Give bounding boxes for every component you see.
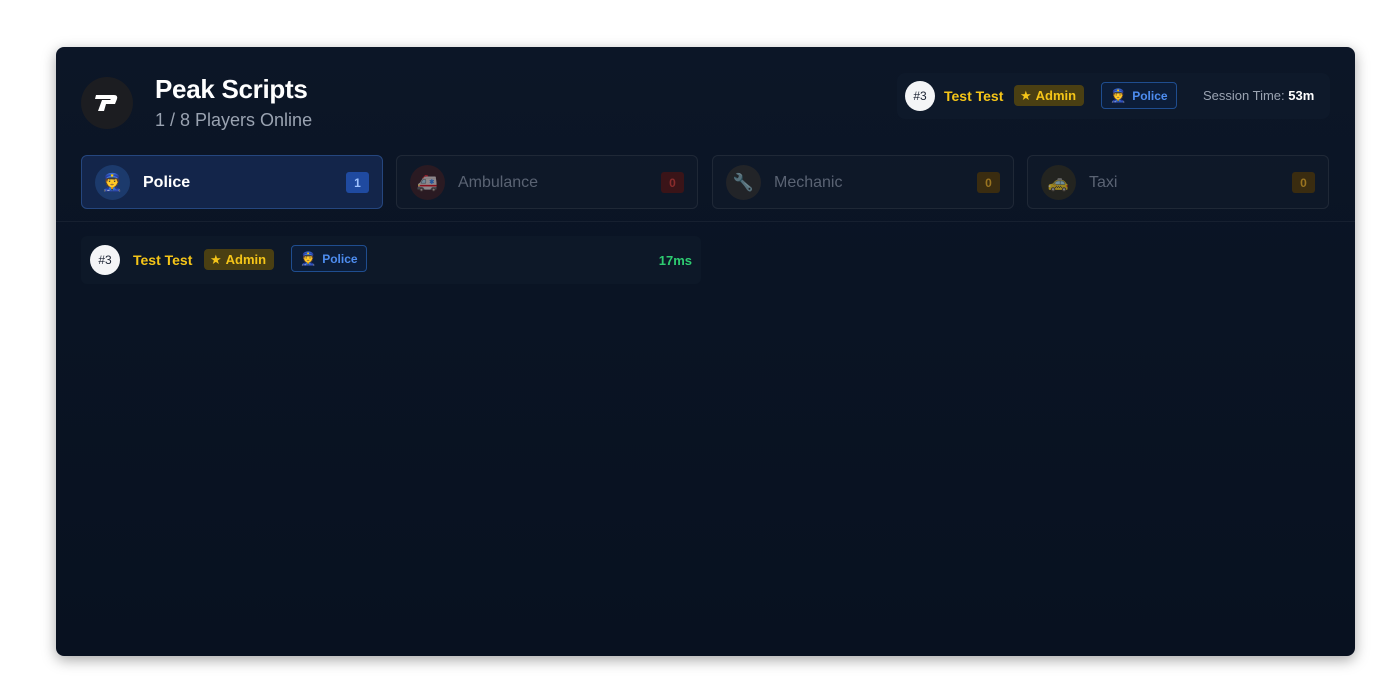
tab-count-badge: 0 bbox=[1292, 172, 1315, 193]
job-label: Police bbox=[1132, 88, 1168, 103]
player-name: Test Test bbox=[944, 88, 1004, 104]
player-name: Test Test bbox=[133, 252, 193, 268]
ping-value: 17ms bbox=[658, 253, 692, 268]
tab-label: Mechanic bbox=[774, 174, 843, 191]
current-player-bar: #3 Test Test ★ Admin 👮 Police Session Ti… bbox=[897, 73, 1330, 119]
role-label: Admin bbox=[1035, 88, 1077, 103]
admin-badge: ★ Admin bbox=[1014, 85, 1085, 106]
star-icon: ★ bbox=[1020, 87, 1032, 103]
taxi-icon: 🚕 bbox=[1041, 165, 1076, 200]
rank-badge: #3 bbox=[905, 81, 935, 111]
rank-badge: #3 bbox=[90, 245, 120, 275]
ambulance-icon: 🚑 bbox=[410, 165, 445, 200]
job-label: Police bbox=[322, 251, 358, 266]
police-officer-icon: 👮 bbox=[1110, 87, 1127, 103]
police-officer-icon: 👮 bbox=[300, 250, 317, 266]
tab-count-badge: 1 bbox=[346, 172, 369, 193]
admin-badge: ★ Admin bbox=[204, 249, 275, 270]
job-badge: 👮 Police bbox=[291, 245, 367, 272]
police-officer-icon: 👮 bbox=[95, 165, 130, 200]
session-time-value: 53m bbox=[1288, 88, 1315, 103]
player-row[interactable]: #3 Test Test ★ Admin 👮 Police 17ms bbox=[81, 236, 701, 284]
tab-label: Taxi bbox=[1089, 174, 1118, 191]
tab-label: Police bbox=[143, 174, 191, 191]
star-icon: ★ bbox=[210, 251, 222, 267]
players-online-count: 1 / 8 Players Online bbox=[155, 110, 313, 130]
logo-mark-icon bbox=[95, 95, 118, 111]
section-divider bbox=[56, 221, 1355, 222]
session-time: Session Time: 53m bbox=[1203, 88, 1314, 103]
tab-label: Ambulance bbox=[458, 174, 539, 191]
tab-count-badge: 0 bbox=[661, 172, 684, 193]
scoreboard-panel: Peak Scripts 1 / 8 Players Online #3 Tes… bbox=[56, 47, 1355, 656]
peak-scripts-logo bbox=[81, 77, 133, 129]
job-badge: 👮 Police bbox=[1101, 82, 1177, 109]
role-label: Admin bbox=[225, 252, 267, 267]
tab-ambulance[interactable]: 🚑 Ambulance 0 bbox=[396, 155, 698, 209]
tab-police[interactable]: 👮 Police 1 bbox=[81, 155, 383, 209]
tab-mechanic[interactable]: 🔧 Mechanic 0 bbox=[712, 155, 1014, 209]
server-title: Peak Scripts bbox=[155, 74, 308, 104]
tab-taxi[interactable]: 🚕 Taxi 0 bbox=[1027, 155, 1329, 209]
session-time-label: Session Time: bbox=[1203, 88, 1285, 103]
tab-count-badge: 0 bbox=[977, 172, 1000, 193]
wrench-icon: 🔧 bbox=[726, 165, 761, 200]
